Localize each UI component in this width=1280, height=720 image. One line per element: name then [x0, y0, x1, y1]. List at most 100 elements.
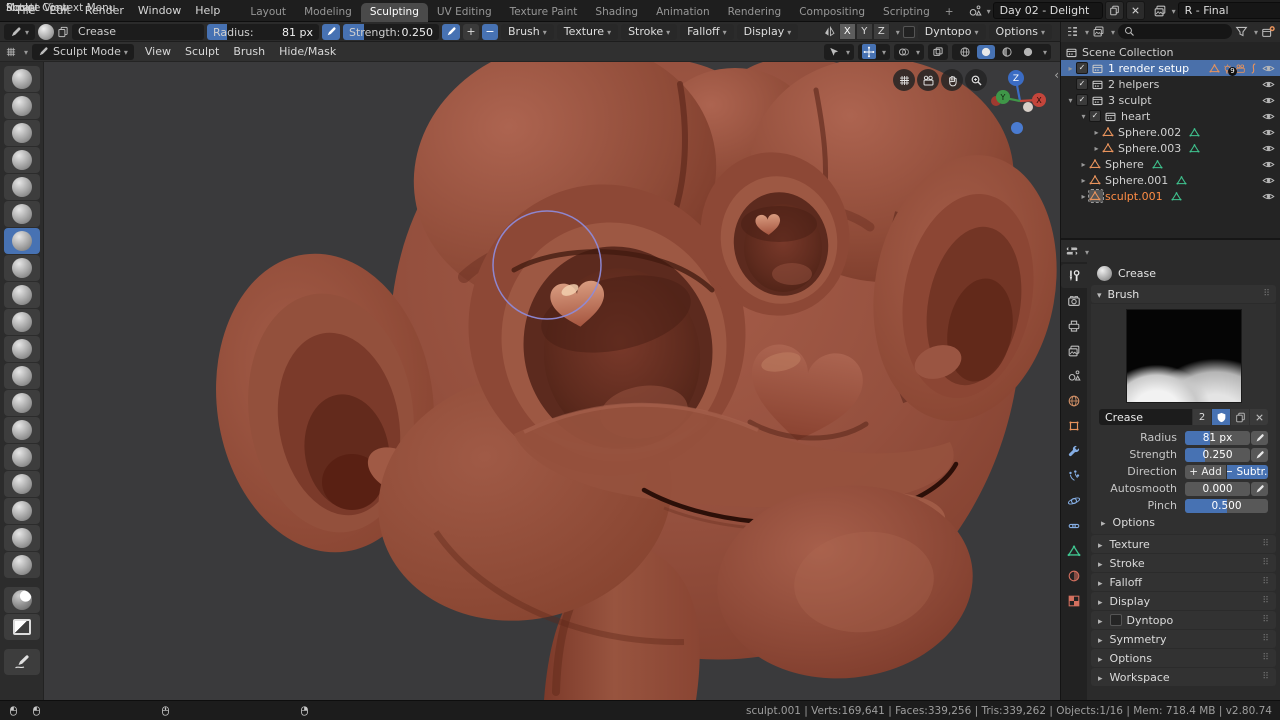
workspace-tab-texture-paint[interactable]: Texture Paint	[501, 3, 587, 22]
strength-pressure-toggle[interactable]	[442, 23, 461, 40]
properties-tab-world[interactable]	[1061, 389, 1087, 413]
tool-grab[interactable]	[3, 390, 40, 416]
section-stroke[interactable]: Stroke	[1091, 554, 1276, 572]
tool-flatten[interactable]	[3, 282, 40, 308]
visibility-eye-icon[interactable]	[1262, 110, 1275, 123]
drag-dots-icon[interactable]	[1263, 289, 1270, 299]
strength-slider[interactable]: 0.250	[1185, 447, 1250, 462]
section-dyntopo[interactable]: Dyntopo	[1091, 611, 1276, 629]
properties-editor-selector[interactable]	[1061, 240, 1280, 262]
drag-dots-icon[interactable]	[1262, 615, 1269, 625]
workspace-tab-layout[interactable]: Layout	[241, 3, 295, 22]
section-options-sub[interactable]: Options	[1091, 514, 1276, 530]
expand-arrow[interactable]	[1078, 176, 1089, 185]
tool-scrape[interactable]	[3, 336, 40, 362]
expand-arrow[interactable]	[1078, 192, 1089, 201]
tool-inflate[interactable]	[3, 174, 40, 200]
brush-panel-header[interactable]: Brush	[1091, 285, 1276, 303]
visibility-eye-icon[interactable]	[1262, 78, 1275, 91]
properties-tab-scene[interactable]	[1061, 364, 1087, 388]
section-falloff[interactable]: Falloff	[1091, 573, 1276, 591]
shading-material-button[interactable]	[998, 45, 1016, 59]
search-input[interactable]	[1139, 25, 1204, 38]
editor-type-icon[interactable]	[5, 46, 17, 58]
outliner-row-sphere[interactable]: Sphere	[1061, 156, 1280, 172]
display-dropdown[interactable]: Display	[736, 23, 799, 40]
collection-checkbox[interactable]	[1089, 110, 1101, 122]
texture-dropdown[interactable]: Texture	[556, 23, 619, 40]
properties-tab-modifiers[interactable]	[1061, 439, 1087, 463]
tool-crease[interactable]	[3, 228, 40, 254]
drag-dots-icon[interactable]	[1262, 539, 1269, 549]
visibility-eye-icon[interactable]	[1262, 174, 1275, 187]
properties-tab-tool[interactable]	[1061, 264, 1087, 288]
expand-arrow[interactable]	[1078, 160, 1089, 169]
ortho-grid-button[interactable]	[893, 69, 915, 91]
section-workspace[interactable]: Workspace	[1091, 668, 1276, 686]
stroke-dropdown[interactable]: Stroke	[621, 23, 678, 40]
expand-arrow[interactable]	[1078, 112, 1089, 121]
drag-dots-icon[interactable]	[1262, 634, 1269, 644]
menu-help[interactable]: Help	[188, 2, 227, 19]
expand-arrow[interactable]	[1065, 64, 1076, 73]
tool-nudge[interactable]	[3, 498, 40, 524]
zoom-dot[interactable]	[1011, 122, 1023, 134]
view-layer-name-field[interactable]: R - Final	[1177, 2, 1280, 19]
mode-selector[interactable]: Sculpt Mode	[32, 43, 134, 60]
fake-user-toggle[interactable]	[1212, 409, 1230, 425]
tool-pose[interactable]	[3, 471, 40, 497]
properties-tab-render[interactable]	[1061, 289, 1087, 313]
dyntopo-checkbox[interactable]	[1109, 614, 1122, 626]
overlays-dropdown[interactable]	[893, 43, 924, 60]
visibility-eye-icon[interactable]	[1262, 94, 1275, 107]
new-collection-icon[interactable]	[1261, 25, 1275, 39]
autosmooth-slider[interactable]: 0.000	[1185, 481, 1250, 496]
workspace-tab-modeling[interactable]: Modeling	[295, 3, 361, 22]
tool-pinch[interactable]	[3, 363, 40, 389]
pan-button[interactable]	[941, 69, 963, 91]
viewport-canvas[interactable]: Z Y X	[44, 62, 1060, 700]
expand-arrow[interactable]	[1091, 144, 1102, 153]
properties-tab-particles[interactable]	[1061, 464, 1087, 488]
outliner-row-heart[interactable]: heart	[1061, 108, 1280, 124]
filter-image-icon[interactable]	[1092, 25, 1105, 38]
outliner-row-sphere-002[interactable]: Sphere.002	[1061, 124, 1280, 140]
outliner-row-scene-collection[interactable]: Scene Collection	[1061, 44, 1280, 60]
section-options[interactable]: Options	[1091, 649, 1276, 667]
visibility-eye-icon[interactable]	[1262, 62, 1275, 75]
workspace-tab-shading[interactable]: Shading	[586, 3, 647, 22]
outliner-row-sculpt-001[interactable]: sculpt.001	[1061, 188, 1280, 204]
add-workspace-button[interactable]: +	[939, 3, 960, 22]
outliner-row-3-sculpt[interactable]: 3 sculpt	[1061, 92, 1280, 108]
workspace-tab-rendering[interactable]: Rendering	[719, 3, 791, 22]
menu-window[interactable]: Window	[131, 2, 188, 19]
navigation-gizmo[interactable]: Z Y X	[984, 68, 1056, 140]
new-scene-button[interactable]	[1104, 1, 1124, 20]
strength-slider[interactable]: Strength: 0.250	[343, 23, 440, 40]
symmetry-x-toggle[interactable]: X	[838, 23, 856, 40]
tool-snake-hook[interactable]	[3, 417, 40, 443]
tool-clay-strips[interactable]	[3, 120, 40, 146]
properties-tab-constraints[interactable]	[1061, 514, 1087, 538]
workspace-tab-animation[interactable]: Animation	[647, 3, 719, 22]
outliner-search[interactable]	[1118, 24, 1232, 39]
autosmooth-pressure-toggle[interactable]	[1251, 481, 1268, 496]
brush-preview-thumb[interactable]	[38, 23, 55, 40]
brush-name-input[interactable]: Crease	[1099, 409, 1192, 425]
scene-name-field[interactable]: Day 02 - Delight	[992, 2, 1103, 19]
section-display[interactable]: Display	[1091, 592, 1276, 610]
tool-box-mask[interactable]	[3, 614, 40, 640]
workspace-tab-scripting[interactable]: Scripting	[874, 3, 939, 22]
tool-smooth[interactable]	[3, 255, 40, 281]
workspace-tab-sculpting[interactable]: Sculpting	[360, 2, 428, 22]
active-tool-selector[interactable]	[4, 23, 36, 40]
workspace-tab-compositing[interactable]: Compositing	[790, 3, 874, 22]
tool-layer[interactable]	[3, 147, 40, 173]
properties-tab-texture[interactable]	[1061, 589, 1087, 613]
outliner-row-2-helpers[interactable]: 2 helpers	[1061, 76, 1280, 92]
workspace-tab-uv-editing[interactable]: UV Editing	[428, 3, 501, 22]
outliner-row-1-render-setup[interactable]: 1 render setup 9	[1061, 60, 1280, 76]
duplicate-brush-button[interactable]	[1231, 409, 1249, 425]
delete-scene-button[interactable]	[1125, 1, 1145, 20]
direction-add-button[interactable]: + Add	[1185, 464, 1226, 479]
